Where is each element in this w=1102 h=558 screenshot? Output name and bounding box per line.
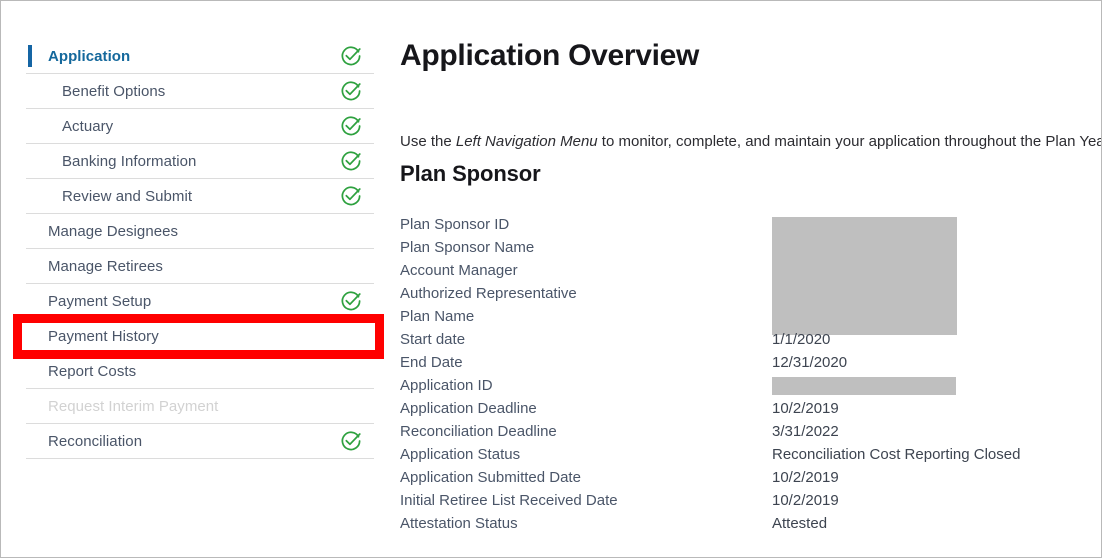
field-label: Application Deadline — [400, 397, 537, 420]
field-label: Start date — [400, 328, 465, 351]
field-value: 10/2/2019 — [772, 466, 839, 489]
main-content: Application Overview Use the Left Naviga… — [400, 37, 1090, 75]
sidebar-item-label: Manage Retirees — [26, 258, 163, 275]
section-title-plan-sponsor: Plan Sponsor — [400, 161, 541, 187]
sidebar-item-banking-information[interactable]: Banking Information — [26, 144, 374, 179]
field-label: Account Manager — [400, 259, 518, 282]
field-value: 10/2/2019 — [772, 489, 839, 512]
green-check-circle-icon — [340, 80, 362, 102]
field-label: End Date — [400, 351, 463, 374]
field-label: Plan Name — [400, 305, 474, 328]
field-row: Attestation Status Attested — [400, 512, 1090, 535]
field-row: Initial Retiree List Received Date 10/2/2… — [400, 489, 1090, 512]
sidebar-item-request-interim-payment: Request Interim Payment — [26, 389, 374, 424]
application-overview-page: Application Benefit Options Actuary Banking… — [0, 0, 1102, 558]
sidebar-item-manage-retirees[interactable]: Manage Retirees — [26, 249, 374, 284]
field-row: Application Status Reconciliation Cost Re… — [400, 443, 1090, 466]
field-label: Initial Retiree List Received Date — [400, 489, 618, 512]
green-check-circle-icon — [340, 150, 362, 172]
sidebar-item-label: Payment History — [26, 328, 159, 345]
field-value: 12/31/2020 — [772, 351, 847, 374]
sidebar-item-label: Payment Setup — [26, 293, 151, 310]
sidebar-item-label: Benefit Options — [26, 83, 165, 100]
field-row: Application Submitted Date 10/2/2019 — [400, 466, 1090, 489]
sidebar-item-label: Reconciliation — [26, 433, 142, 450]
field-row: Plan Sponsor ID — [400, 213, 1090, 236]
field-row: Reconciliation Deadline 3/31/2022 — [400, 420, 1090, 443]
field-row: Start date 1/1/2020 — [400, 328, 1090, 351]
field-row: Authorized Representative — [400, 282, 1090, 305]
sidebar-item-application[interactable]: Application — [26, 39, 374, 74]
plan-sponsor-field-list: Plan Sponsor IDPlan Sponsor NameAccount … — [400, 213, 1090, 535]
field-label: Authorized Representative — [400, 282, 577, 305]
sidebar-item-reconciliation[interactable]: Reconciliation — [26, 424, 374, 459]
field-row: Account Manager — [400, 259, 1090, 282]
field-label: Plan Sponsor ID — [400, 213, 509, 236]
intro-paragraph: Use the Left Navigation Menu to monitor,… — [400, 132, 1102, 152]
field-row: Plan Name — [400, 305, 1090, 328]
sidebar-item-label: Request Interim Payment — [26, 398, 218, 415]
field-row: Application ID — [400, 374, 1090, 397]
field-value: Attested — [772, 512, 827, 535]
sidebar-item-payment-history[interactable]: Payment History — [26, 319, 374, 354]
field-value: 1/1/2020 — [772, 328, 830, 351]
sidebar-item-benefit-options[interactable]: Benefit Options — [26, 74, 374, 109]
field-row: End Date 12/31/2020 — [400, 351, 1090, 374]
sidebar-item-label: Review and Submit — [26, 188, 192, 205]
field-value: 10/2/2019 — [772, 397, 839, 420]
intro-before: Use the — [400, 133, 456, 150]
green-check-circle-icon — [340, 185, 362, 207]
sidebar-item-label: Banking Information — [26, 153, 196, 170]
redacted-value-block — [772, 377, 956, 395]
sidebar-item-manage-designees[interactable]: Manage Designees — [26, 214, 374, 249]
green-check-circle-icon — [340, 45, 362, 67]
field-label: Reconciliation Deadline — [400, 420, 557, 443]
sidebar-item-label: Application — [26, 48, 130, 65]
sidebar-item-label: Manage Designees — [26, 223, 178, 240]
page-title: Application Overview — [400, 37, 1090, 75]
field-label: Application Submitted Date — [400, 466, 581, 489]
green-check-circle-icon — [340, 430, 362, 452]
field-value: 3/31/2022 — [772, 420, 839, 443]
green-check-circle-icon — [340, 115, 362, 137]
field-row: Plan Sponsor Name — [400, 236, 1090, 259]
field-label: Plan Sponsor Name — [400, 236, 534, 259]
sidebar-item-label: Report Costs — [26, 363, 136, 380]
field-label: Application ID — [400, 374, 493, 397]
sidebar-item-label: Actuary — [26, 118, 113, 135]
sidebar-item-actuary[interactable]: Actuary — [26, 109, 374, 144]
active-indicator-bar — [28, 45, 32, 67]
field-label: Application Status — [400, 443, 520, 466]
left-navigation-menu: Application Benefit Options Actuary Banking… — [26, 39, 374, 459]
sidebar-item-review-and-submit[interactable]: Review and Submit — [26, 179, 374, 214]
sidebar-item-payment-setup[interactable]: Payment Setup — [26, 284, 374, 319]
sidebar-item-report-costs[interactable]: Report Costs — [26, 354, 374, 389]
green-check-circle-icon — [340, 290, 362, 312]
intro-emphasis: Left Navigation Menu — [456, 133, 598, 150]
field-label: Attestation Status — [400, 512, 518, 535]
intro-after: to monitor, complete, and maintain your … — [598, 133, 1102, 150]
field-value: Reconciliation Cost Reporting Closed — [772, 443, 1020, 466]
field-row: Application Deadline 10/2/2019 — [400, 397, 1090, 420]
